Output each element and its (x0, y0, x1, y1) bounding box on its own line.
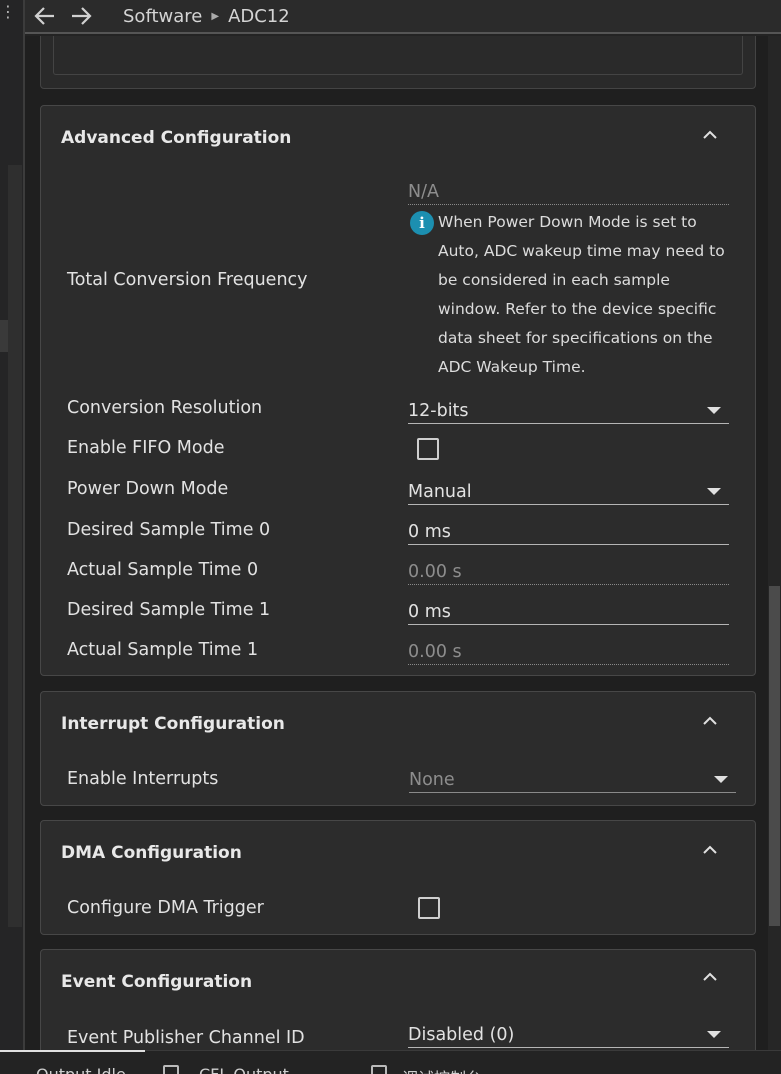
panel-title: Event Configuration (61, 972, 253, 992)
caret-down-icon (707, 1031, 721, 1038)
active-tab-indicator (0, 1050, 145, 1052)
chevron-up-icon[interactable] (703, 845, 717, 855)
actual-sample-time-1-label: Actual Sample Time 1 (67, 640, 259, 660)
field-value: 0 ms (408, 602, 451, 622)
actual-sample-time-0-field: 0.00 s (408, 561, 729, 585)
scrollbar-thumb[interactable] (769, 586, 780, 926)
arrow-right-icon[interactable] (65, 4, 97, 28)
info-icon: i (410, 211, 434, 235)
config-content: Advanced Configuration N/A i When Power … (25, 36, 768, 1050)
field-value: Disabled (0) (408, 1025, 515, 1045)
enable-fifo-mode-label: Enable FIFO Mode (67, 438, 225, 458)
total-conversion-frequency-label: Total Conversion Frequency (67, 270, 308, 290)
caret-right-icon: ▶ (211, 10, 220, 22)
desired-sample-time-0-label: Desired Sample Time 0 (67, 520, 271, 540)
panel-title: Interrupt Configuration (61, 714, 285, 734)
bottom-panel-tabs: Output Idle CFL Output 调试控制台 (0, 1050, 781, 1074)
tab-debug-console[interactable]: 调试控制台 (402, 1065, 482, 1074)
dma-configuration-panel: DMA Configuration Configure DMA Trigger (40, 820, 756, 935)
configure-dma-trigger-label: Configure DMA Trigger (67, 898, 264, 918)
field-value: None (409, 770, 455, 790)
breadcrumb-bar: Software ▶ ADC12 (25, 0, 781, 34)
enable-interrupts-label: Enable Interrupts (67, 769, 219, 789)
field-value: 0.00 s (408, 562, 462, 582)
desired-sample-time-0-input[interactable]: 0 ms (408, 521, 729, 545)
info-text: When Power Down Mode is set to Auto, ADC… (438, 213, 725, 376)
conversion-resolution-select[interactable]: 12-bits (408, 400, 729, 424)
caret-down-icon (714, 776, 728, 783)
caret-down-icon (707, 407, 721, 414)
event-publisher-channel-id-label: Event Publisher Channel ID (67, 1028, 305, 1048)
advanced-configuration-panel: Advanced Configuration N/A i When Power … (40, 105, 756, 676)
field-value: 0 ms (408, 522, 451, 542)
actual-sample-time-0-label: Actual Sample Time 0 (67, 560, 259, 580)
actual-sample-time-1-field: 0.00 s (408, 641, 729, 665)
gutter-marker (0, 320, 8, 352)
field-value: 12-bits (408, 401, 469, 421)
chevron-up-icon[interactable] (703, 972, 717, 982)
debug-console-icon (371, 1065, 387, 1074)
breadcrumb-item-adc12[interactable]: ADC12 (228, 6, 290, 27)
terminal-icon (163, 1065, 179, 1074)
configure-dma-trigger-checkbox[interactable] (418, 897, 440, 919)
caret-down-icon (707, 488, 721, 495)
left-activity-gutter: ⋮ (0, 0, 25, 1050)
desired-sample-time-1-label: Desired Sample Time 1 (67, 600, 271, 620)
panel-title: Advanced Configuration (61, 128, 292, 148)
tab-output[interactable]: Output Idle (36, 1065, 126, 1074)
power-down-mode-label: Power Down Mode (67, 479, 229, 499)
field-value: 0.00 s (408, 642, 462, 662)
chevron-up-icon[interactable] (703, 130, 717, 140)
chevron-up-icon[interactable] (703, 716, 717, 726)
gutter-strip (8, 165, 22, 927)
desired-sample-time-1-input[interactable]: 0 ms (408, 601, 729, 625)
field-value: Manual (408, 482, 472, 502)
event-configuration-panel: Event Configuration Event Publisher Chan… (40, 949, 756, 1050)
more-icon[interactable]: ⋮ (0, 2, 16, 21)
total-conversion-frequency-field: N/A (408, 181, 729, 205)
previous-section-inner (53, 36, 743, 75)
enable-interrupts-select[interactable]: None (409, 769, 736, 793)
panel-title: DMA Configuration (61, 843, 242, 863)
breadcrumb-item-software[interactable]: Software (123, 6, 202, 27)
interrupt-configuration-panel: Interrupt Configuration Enable Interrupt… (40, 691, 756, 806)
arrow-left-icon[interactable] (29, 4, 61, 28)
conversion-resolution-label: Conversion Resolution (67, 398, 263, 418)
power-down-mode-select[interactable]: Manual (408, 481, 729, 505)
enable-fifo-mode-checkbox[interactable] (417, 438, 439, 460)
event-publisher-channel-id-select[interactable]: Disabled (0) (408, 1024, 729, 1048)
tab-cfl-output[interactable]: CFL Output (199, 1065, 289, 1074)
field-value: N/A (408, 182, 439, 202)
previous-section-tail (40, 36, 756, 89)
vertical-scrollbar[interactable] (768, 36, 781, 1050)
